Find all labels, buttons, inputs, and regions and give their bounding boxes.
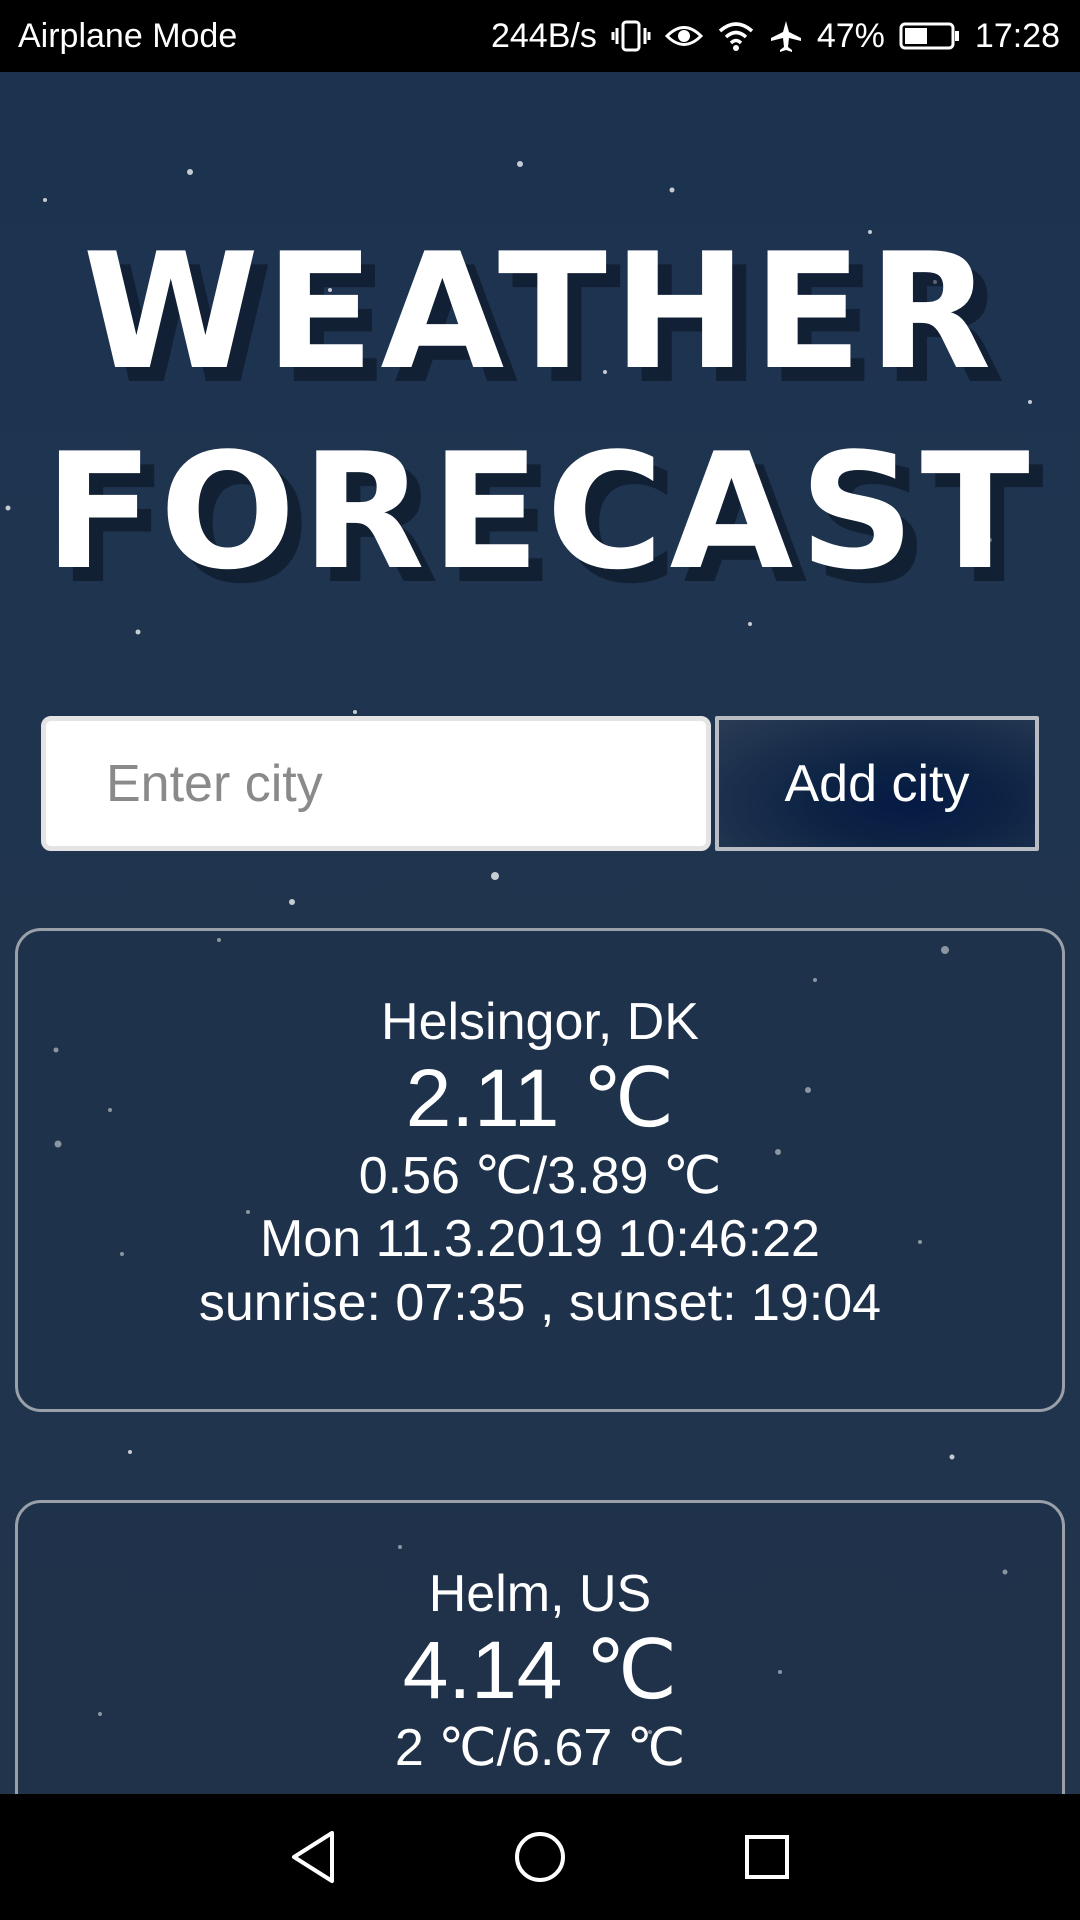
status-bar: Airplane Mode 244B/s 47% 17:28	[0, 0, 1080, 72]
back-icon[interactable]	[268, 1812, 358, 1902]
card-temp-range: 0.56 ℃/3.89 ℃	[358, 1147, 722, 1205]
airplane-icon	[769, 19, 803, 53]
battery-icon	[899, 21, 961, 51]
recents-icon[interactable]	[722, 1812, 812, 1902]
status-icons: 244B/s 47% 17:28	[491, 17, 1060, 56]
clock: 17:28	[974, 16, 1060, 55]
city-input[interactable]	[41, 716, 711, 851]
airplane-mode-label: Airplane Mode	[18, 16, 238, 55]
eye-icon	[664, 21, 703, 51]
card-temperature: 2.11 ℃	[405, 1053, 675, 1144]
home-icon[interactable]	[495, 1812, 585, 1902]
card-sun-times: sunrise: 07:35 , sunset: 19:04	[198, 1274, 882, 1332]
battery-percent: 47%	[816, 16, 885, 55]
navigation-bar	[0, 1794, 1080, 1920]
title-line-2: FORECAST	[44, 418, 1036, 605]
card-city: Helm, US	[428, 1565, 652, 1623]
card-temperature: 4.14 ℃	[402, 1625, 678, 1716]
weather-card: Helm, US 4.14 ℃ 2 ℃/6.67 ℃	[15, 1500, 1065, 1794]
card-datetime: Mon 11.3.2019 10:46:22	[260, 1210, 820, 1268]
app-screen: WEATHER FORECAST Add city Helsingor, DK …	[0, 72, 1080, 1794]
wifi-icon	[717, 20, 755, 52]
card-temp-range: 2 ℃/6.67 ℃	[394, 1719, 686, 1777]
net-speed: 244B/s	[490, 16, 597, 55]
title-line-1: WEATHER	[82, 218, 998, 405]
add-city-button[interactable]: Add city	[715, 716, 1039, 851]
vibrate-icon	[611, 19, 651, 53]
add-city-form: Add city	[41, 716, 1039, 851]
weather-card: Helsingor, DK 2.11 ℃ 0.56 ℃/3.89 ℃ Mon 1…	[15, 928, 1065, 1412]
card-city: Helsingor, DK	[381, 993, 699, 1051]
app-title: WEATHER FORECAST	[0, 212, 1080, 612]
